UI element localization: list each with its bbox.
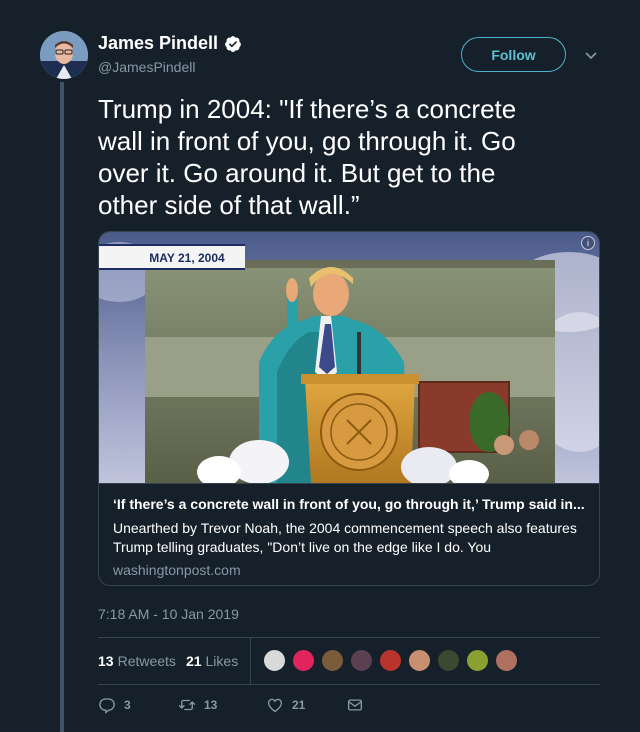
divider-bottom [98,684,600,685]
retweet-count: 13 [204,698,218,712]
like-action[interactable]: 21 [266,696,346,714]
envelope-icon [347,699,363,711]
liker-avatar[interactable] [407,648,432,673]
card-domain[interactable]: washingtonpost.com [113,562,587,578]
liker-avatar[interactable] [494,648,519,673]
stats-separator [250,638,251,684]
liker-avatar[interactable] [349,648,374,673]
retweet-icon [178,699,196,711]
likes-stat[interactable]: 21 Likes [186,653,238,669]
liker-avatar[interactable] [320,648,345,673]
info-icon[interactable]: i [581,236,595,250]
card-description: Unearthed by Trevor Noah, the 2004 comme… [113,520,577,555]
retweets-stat[interactable]: 13 Retweets [98,653,176,669]
liker-avatar[interactable] [465,648,490,673]
likes-label: Likes [205,653,239,669]
like-count: 21 [292,698,306,712]
retweets-count: 13 [98,653,114,669]
reply-icon [99,698,115,714]
author-name-row[interactable]: James Pindell [98,33,242,54]
card-date-banner: MAY 21, 2004 [149,251,225,265]
liker-avatar[interactable] [436,648,461,673]
follow-button[interactable]: Follow [461,37,566,72]
liker-avatar[interactable] [262,648,287,673]
liker-avatar[interactable] [378,648,403,673]
reply-action[interactable]: 3 [98,696,178,714]
thread-line [60,82,64,732]
liker-avatars [262,648,519,673]
avatar-image [40,31,88,79]
chevron-down-icon[interactable] [584,48,598,62]
tweet-stats: 13 Retweets 21 Likes [98,638,248,684]
action-bar: 3 13 21 [98,696,364,714]
liker-avatar[interactable] [291,648,316,673]
tweet-timestamp[interactable]: 7:18 AM - 10 Jan 2019 [98,606,239,622]
direct-message-action[interactable] [346,696,364,714]
author-handle[interactable]: @JamesPindell [98,59,195,75]
author-name[interactable]: James Pindell [98,33,218,54]
reply-count: 3 [124,698,131,712]
retweets-label: Retweets [117,653,176,669]
link-card[interactable]: MAY 21, 2004 i ‘If there’s a concrete wa… [98,231,600,586]
card-body[interactable]: ‘If there’s a concrete wall in front of … [99,483,599,585]
retweet-action[interactable]: 13 [178,696,266,714]
likes-count: 21 [185,653,202,669]
card-image[interactable]: MAY 21, 2004 i [99,232,599,483]
avatar[interactable] [40,31,88,79]
tweet-text: Trump in 2004: "If there’s a concrete wa… [98,94,517,220]
verified-badge-icon [225,35,241,52]
card-title[interactable]: ‘If there’s a concrete wall in front of … [113,496,587,512]
heart-icon [267,698,283,713]
